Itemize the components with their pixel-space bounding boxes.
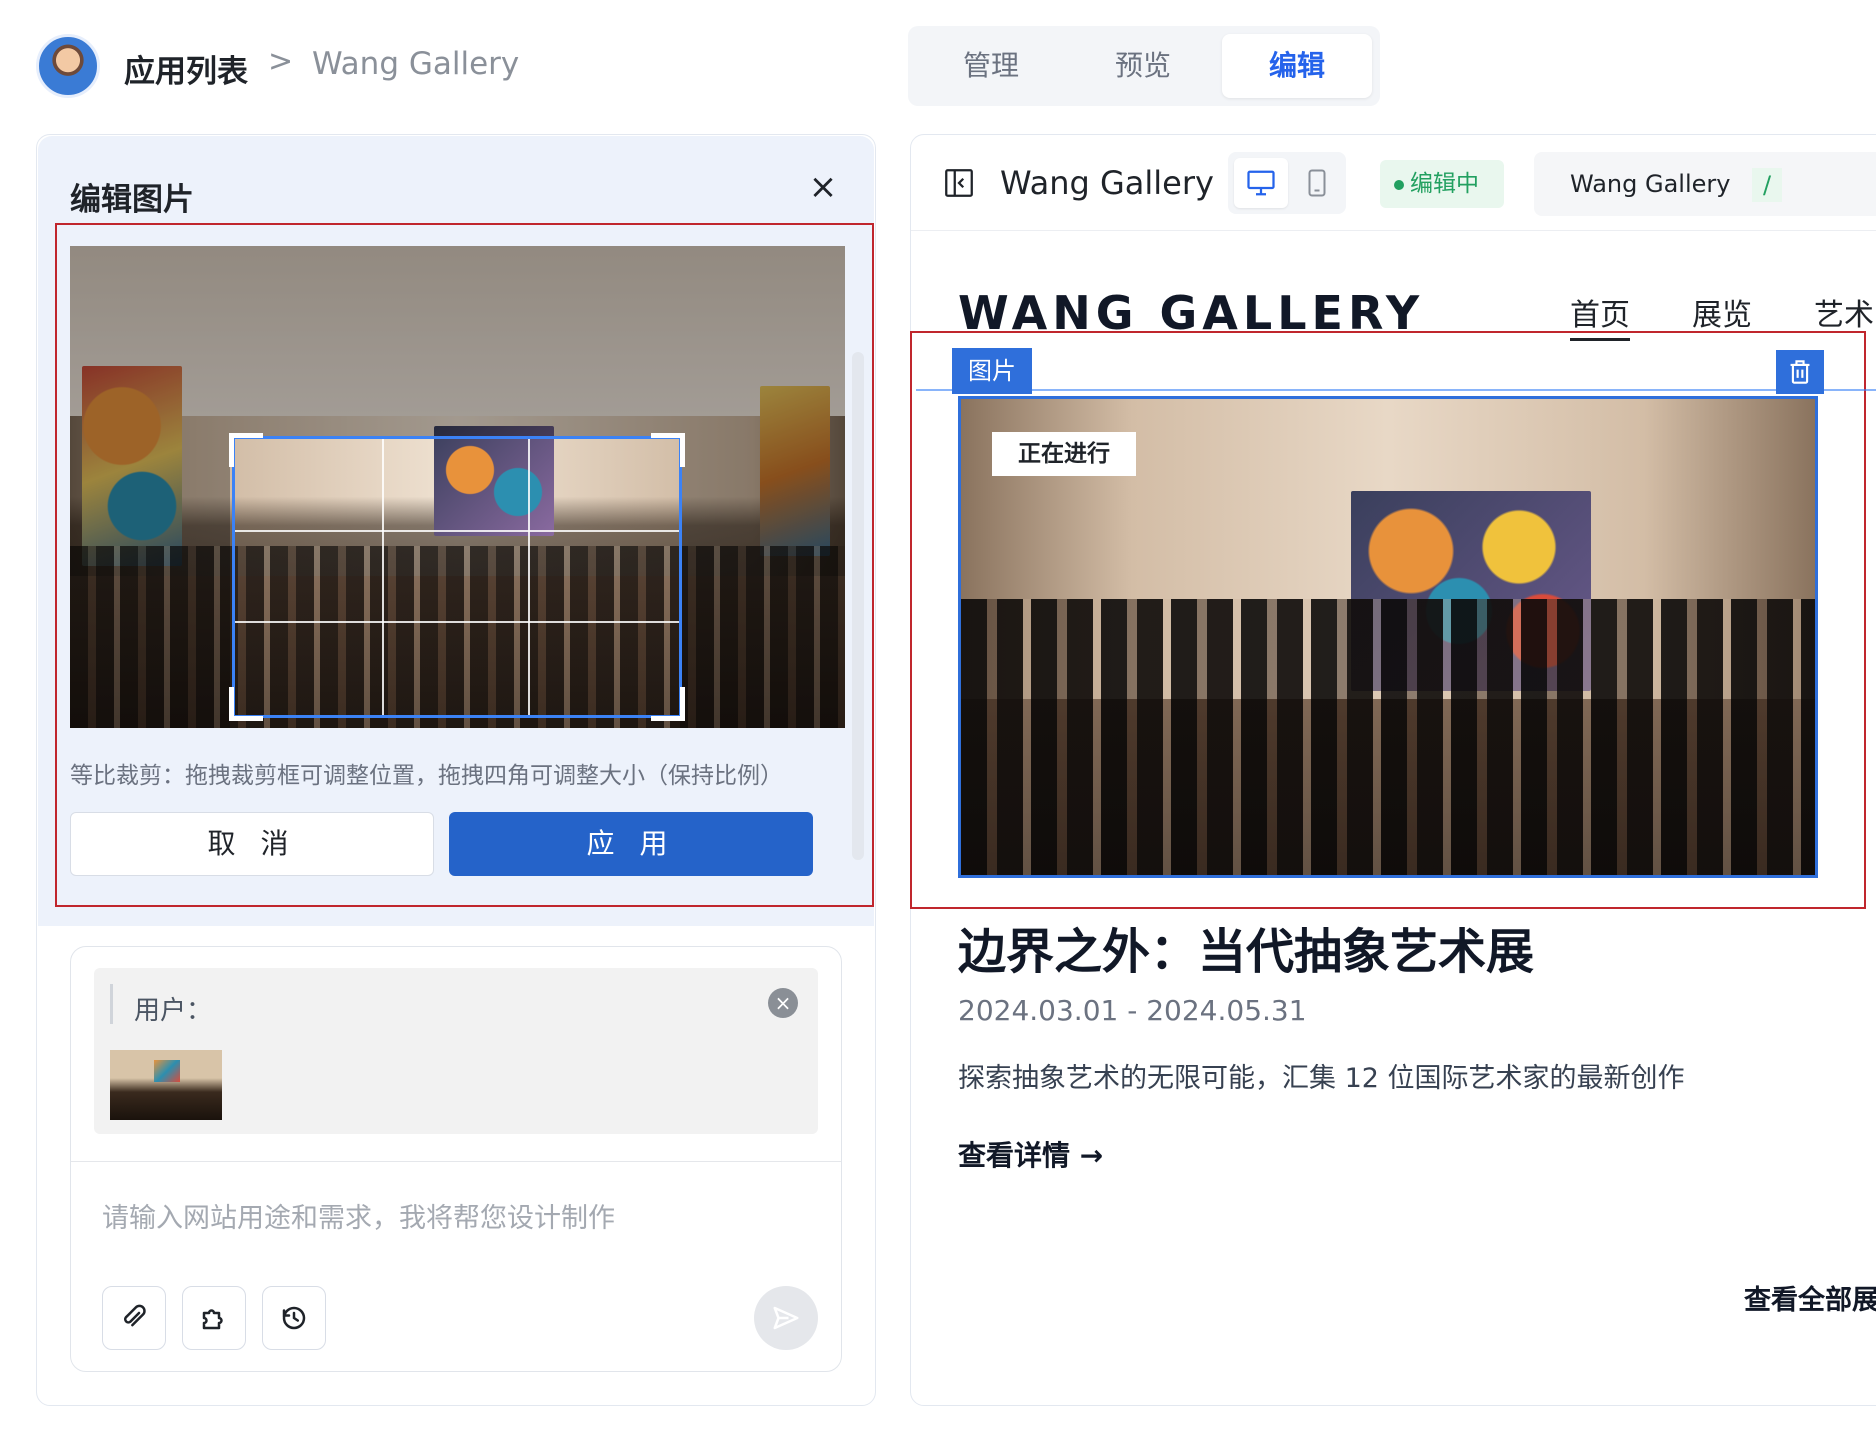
url-site: Wang Gallery [1570,170,1731,198]
hero-crowd [961,599,1815,875]
crop-grid-line [381,439,384,715]
crop-canvas[interactable] [70,246,845,728]
quote-bar [110,984,113,1024]
exhibit-title: 边界之外：当代抽象艺术展 [958,924,1535,980]
editor-title: 编辑图片 [70,182,194,218]
nav-art[interactable]: 艺术 [1814,290,1874,334]
tab-edit[interactable]: 编辑 [1222,34,1372,98]
user-label: 用户： [134,996,213,1026]
device-switcher [1228,152,1346,214]
crop-frame[interactable] [229,433,685,721]
status-badge: 编辑中 [1380,160,1504,208]
paperclip-icon[interactable] [102,1286,166,1350]
breadcrumb-root[interactable]: 应用列表 [124,46,248,91]
crop-handle-bottom-left[interactable] [229,687,263,721]
crop-mask-left [70,246,230,728]
image-block-label: 图片 [952,348,1032,394]
remove-attachment-icon[interactable]: × [768,988,798,1018]
status-dot-icon [1394,179,1404,190]
plugin-icon[interactable] [182,1286,246,1350]
breadcrumb-separator-icon: > [268,44,294,79]
selection-outline [916,389,1876,391]
tab-manage[interactable]: 管理 [916,34,1066,98]
divider [71,1161,841,1162]
crop-handle-bottom-right[interactable] [651,687,685,721]
crop-mask-top [230,246,680,436]
breadcrumb-current: Wang Gallery [312,46,520,82]
crop-handle-top-right[interactable] [651,433,685,467]
apply-button[interactable]: 应 用 [449,812,813,876]
mobile-icon[interactable] [1290,158,1344,208]
hero-tag: 正在进行 [992,432,1136,476]
view-details-link[interactable]: 查看详情 → [958,1134,1103,1174]
scrollbar[interactable] [852,352,864,860]
crop-hint: 等比裁剪：拖拽裁剪框可调整位置，拖拽四角可调整大小（保持比例） [70,763,783,789]
mode-tabs: 管理 预览 编辑 [908,26,1380,106]
crop-mask-right [680,246,845,728]
avatar[interactable] [36,34,100,98]
cancel-button[interactable]: 取 消 [70,812,434,876]
tab-preview[interactable]: 预览 [1068,34,1218,98]
view-details-label: 查看详情 [958,1139,1071,1172]
arrow-right-icon: → [1079,1139,1104,1172]
exhibit-date: 2024.03.01 - 2024.05.31 [958,994,1307,1027]
history-icon[interactable] [262,1286,326,1350]
trash-icon[interactable] [1776,350,1824,394]
crop-grid-line [235,621,679,624]
crop-grid-line [235,530,679,533]
close-icon[interactable]: × [806,170,840,204]
collapse-sidebar-icon[interactable] [942,166,976,200]
thumbnail-art [154,1060,180,1082]
send-icon[interactable] [754,1286,818,1350]
crop-handle-top-left[interactable] [229,433,263,467]
view-all-link[interactable]: 查看全部展 [1744,1278,1876,1317]
divider [911,230,1876,231]
attachment-thumbnail[interactable] [110,1050,222,1120]
crop-grid-line [528,439,531,715]
desktop-icon[interactable] [1234,158,1288,208]
exhibit-description: 探索抽象艺术的无限可能，汇集 12 位国际艺术家的最新创作 [958,1063,1685,1094]
nav-exhibitions[interactable]: 展览 [1692,290,1752,334]
url-path[interactable]: / [1752,168,1782,202]
status-text: 编辑中 [1410,171,1479,197]
chat-input[interactable] [102,1196,802,1240]
site-name: Wang Gallery [1000,164,1214,202]
